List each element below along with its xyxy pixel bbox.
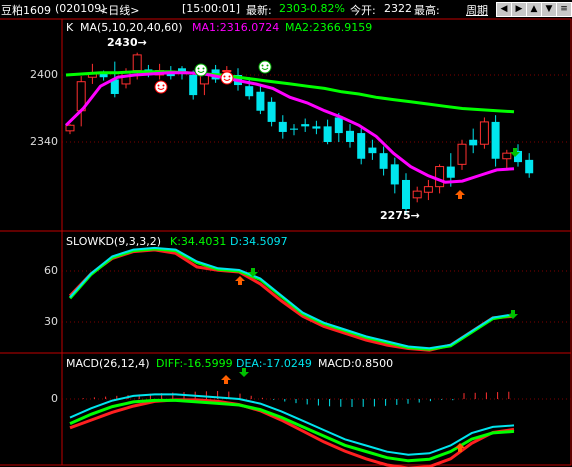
candle-body-down <box>346 130 354 142</box>
ma-params: MA(5,10,20,40,60) <box>80 21 183 34</box>
macd-params: MACD(26,12,4) <box>66 357 150 370</box>
candle-body-up <box>457 143 467 165</box>
candle-body-down <box>267 101 276 122</box>
kd-k-line <box>68 247 515 351</box>
ma-lines-group <box>64 70 515 184</box>
candle-body-down <box>379 153 388 169</box>
candle-body-down <box>301 124 310 127</box>
kd-params: SLOWKD(9,3,3,2) <box>66 235 162 248</box>
candle-body-up <box>423 186 433 193</box>
candle-body-down <box>312 126 321 129</box>
candle-body-down <box>290 128 298 130</box>
candle-body-down <box>357 133 366 159</box>
chart-canvas[interactable] <box>0 0 572 467</box>
candle-body-up <box>435 166 445 188</box>
candle-body-down <box>323 126 332 142</box>
candle-body-up <box>222 70 232 73</box>
candle-body-down <box>245 86 254 97</box>
candle-body-down <box>491 121 500 159</box>
smiley-icon <box>258 60 272 74</box>
ma2-line <box>65 70 515 114</box>
macd-value: MACD:0.8500 <box>318 357 394 370</box>
candle-body-down <box>189 75 198 96</box>
buy-arrow-icon <box>235 276 245 285</box>
candle-body-down <box>368 147 377 154</box>
candle-body-up <box>502 152 512 160</box>
buy-arrow-icon <box>221 375 231 384</box>
ma2-value: MA2:2366.9159 <box>285 21 373 34</box>
kd-d-value: D:34.5097 <box>230 235 288 248</box>
macd-tick: 0 <box>51 392 58 405</box>
candle-body-up <box>412 190 422 199</box>
candle-body-up <box>132 54 142 72</box>
price-tick: 2340 <box>30 135 58 148</box>
ma1-value: MA1:2316.0724 <box>192 21 280 34</box>
candle-body-down <box>446 166 455 178</box>
main-panel-label: K <box>66 21 74 34</box>
buy-arrow-icon <box>455 190 465 199</box>
candle-body-down <box>469 139 478 146</box>
price-tick: 2400 <box>30 68 58 81</box>
macd-dea-value: DEA:-17.0249 <box>236 357 312 370</box>
candle-body-down <box>334 117 343 134</box>
kd-tick: 60 <box>44 264 58 277</box>
low-annotation: 2275→ <box>380 209 420 222</box>
kd-k-overlay-line <box>69 246 515 350</box>
candle-body-down <box>256 91 265 111</box>
candle-body-up <box>479 121 489 145</box>
macd-dea-line <box>69 398 515 467</box>
candle-body-down <box>525 159 534 174</box>
kd-k-value: K:34.4031 <box>170 235 227 248</box>
candle-body-down <box>390 164 399 185</box>
candlestick-group <box>65 52 534 215</box>
candle-body-down <box>278 121 287 132</box>
candle-body-down <box>402 179 410 209</box>
kd-d-line <box>68 248 515 352</box>
ma1-line <box>64 71 515 184</box>
smiley-icon <box>154 80 168 94</box>
kd-lines-group <box>68 246 515 352</box>
smiley-icon <box>194 63 208 77</box>
smiley-icon <box>220 71 234 85</box>
high-annotation: 2430→ <box>107 36 147 49</box>
kd-tick: 30 <box>44 315 58 328</box>
macd-lines-group <box>69 393 515 467</box>
macd-diff-value: DIFF:-16.5999 <box>156 357 233 370</box>
macd-diff-line <box>69 398 515 463</box>
